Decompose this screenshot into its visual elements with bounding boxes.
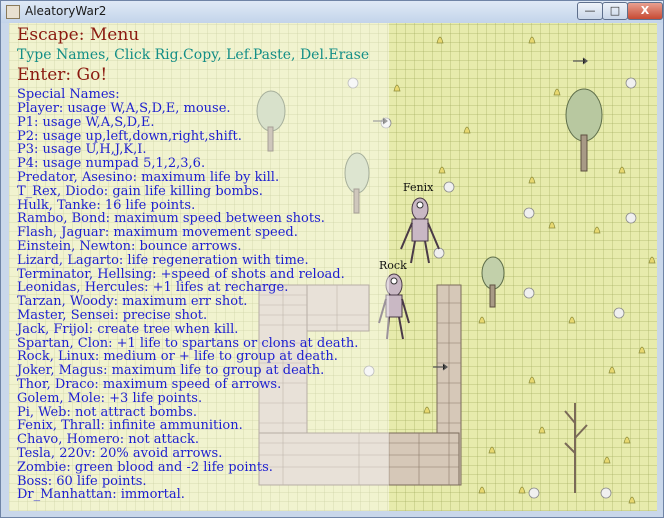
list-item: Jack, Frijol: create tree when kill. <box>17 321 239 337</box>
list-item: Golem, Mole: +3 life points. <box>17 390 203 406</box>
character-name-label: Rock <box>379 259 407 272</box>
character-name-label: Fenix <box>403 181 434 194</box>
list-item: P1: usage W,A,S,D,E. <box>17 114 155 130</box>
enter-go-hint: Enter: Go! <box>17 65 108 85</box>
list-item: Dr_Manhattan: immortal. <box>17 487 185 503</box>
list-item: P3: usage U,H,J,K,I. <box>17 142 147 158</box>
list-item: Predator, Asesino: maximum life by kill. <box>17 169 280 185</box>
list-item: Boss: 60 life points. <box>17 473 147 489</box>
window-title: AleatoryWar2 <box>25 4 107 18</box>
special-names-header: Special Names: <box>17 87 120 102</box>
list-item: Chavo, Homero: not attack. <box>17 432 200 448</box>
title-bar[interactable]: AleatoryWar2 — □ X <box>1 1 663 23</box>
menu-panel: Escape: Menu Type Names, Click Rig.Copy,… <box>17 25 369 502</box>
close-button[interactable]: X <box>627 2 663 20</box>
list-item: Pi, Web: not attract bombs. <box>17 404 197 420</box>
app-icon <box>6 5 20 19</box>
maximize-button[interactable]: □ <box>602 2 628 20</box>
list-item: T_Rex, Diodo: gain life killing bombs. <box>17 183 263 199</box>
list-item: P2: usage up,left,down,right,shift. <box>17 128 242 144</box>
list-item: Tarzan, Woody: maximum err shot. <box>17 294 248 310</box>
list-item: Rock, Linux: medium or + life to group a… <box>17 349 338 365</box>
list-item: Terminator, Hellsing: +speed of shots an… <box>17 266 345 282</box>
list-item: Lizard, Lagarto: life regeneration with … <box>17 252 309 268</box>
list-item: Fenix, Thrall: infinite ammunition. <box>17 418 243 434</box>
special-names-list: Player: usage W,A,S,D,E, mouse. P1: usag… <box>17 102 369 502</box>
list-item: Spartan, Clon: +1 life to spartans or cl… <box>17 335 359 351</box>
list-item: Zombie: green blood and -2 life points. <box>17 459 273 475</box>
escape-menu-hint: Escape: Menu <box>17 25 140 45</box>
list-item: Rambo, Bond: maximum speed between shots… <box>17 211 325 227</box>
list-item: Joker, Magus: maximum life to group at d… <box>17 363 325 379</box>
list-item: Tesla, 220v: 20% avoid arrows. <box>17 445 223 461</box>
list-item: Einstein, Newton: bounce arrows. <box>17 238 242 254</box>
list-item: Player: usage W,A,S,D,E, mouse. <box>17 101 231 116</box>
list-item: Flash, Jaguar: maximum movement speed. <box>17 225 298 241</box>
list-item: Leonidas, Hercules: +1 lifes at recharge… <box>17 280 289 296</box>
minimize-button[interactable]: — <box>577 2 603 20</box>
list-item: Thor, Draco: maximum speed of arrows. <box>17 376 282 392</box>
list-item: Hulk, Tanke: 16 life points. <box>17 197 196 213</box>
list-item: Master, Sensei: precise shot. <box>17 307 208 323</box>
list-item: P4: usage numpad 5,1,2,3,6. <box>17 156 206 172</box>
name-entry-help: Type Names, Click Rig.Copy, Lef.Paste, D… <box>17 47 370 63</box>
game-window: AleatoryWar2 — □ X Fenix Rock Escape: Me… <box>0 0 664 518</box>
game-canvas[interactable]: Fenix Rock Escape: Menu Type Names, Clic… <box>9 23 657 511</box>
